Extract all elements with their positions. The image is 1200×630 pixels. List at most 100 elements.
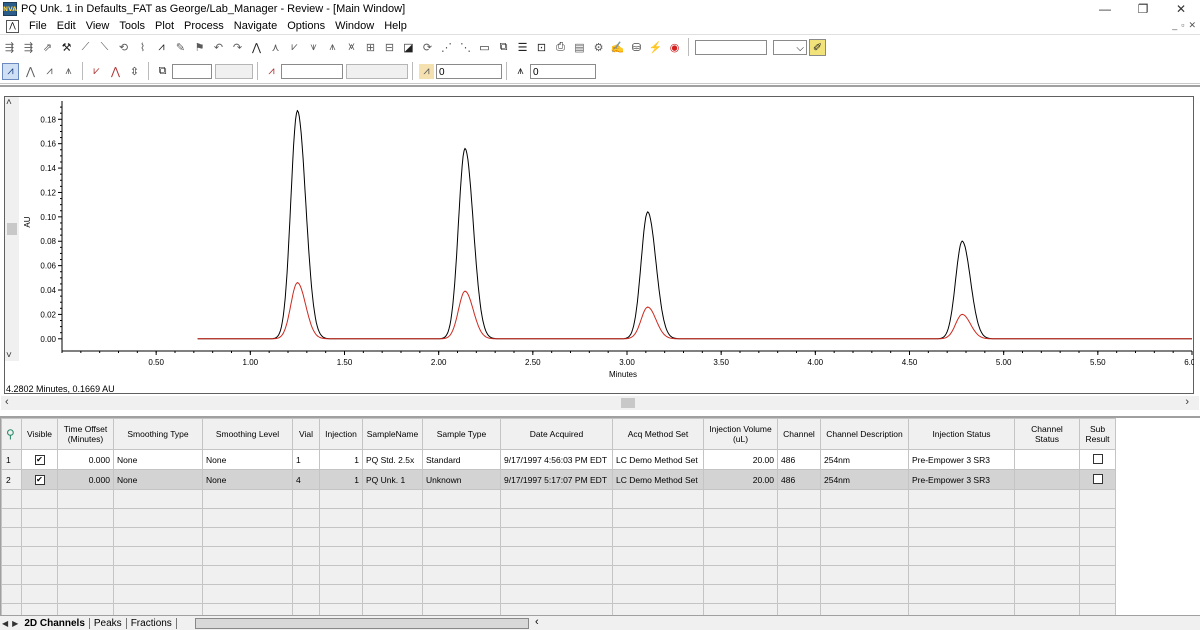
col-injection[interactable]: Injection xyxy=(319,418,363,450)
sub-result-checkbox[interactable] xyxy=(1092,453,1103,464)
gaussian-icon[interactable]: ⩙ xyxy=(344,40,359,55)
mdi-close-icon[interactable]: ✕ xyxy=(1188,20,1196,31)
calibrate-icon[interactable]: ⌇ xyxy=(135,40,150,55)
col-sub-result[interactable]: Sub Result xyxy=(1079,418,1116,450)
manual-integration-icon[interactable]: ⋀ xyxy=(249,40,264,55)
smoothing-level-cell[interactable]: None xyxy=(202,449,293,470)
horizontal-scrollbar[interactable]: ‹ › xyxy=(1,396,1199,410)
menu-file[interactable]: File xyxy=(24,20,52,32)
reset-icon[interactable]: ⟲ xyxy=(116,40,131,55)
scroll-left-icon[interactable]: ‹ xyxy=(5,396,9,408)
copy-icon[interactable]: ⧉ xyxy=(496,40,511,55)
menu-navigate[interactable]: Navigate xyxy=(229,20,282,32)
print-icon[interactable]: ⎙ xyxy=(553,40,568,55)
smoothing-level-cell[interactable]: None xyxy=(202,469,293,490)
scale-icon[interactable]: ⇳ xyxy=(127,64,142,79)
bottom-horizontal-scrollbar[interactable]: ‹ xyxy=(532,616,1200,629)
tab-fractions[interactable]: Fractions xyxy=(127,617,177,629)
tab-next-icon[interactable]: ▶ xyxy=(10,619,20,628)
threshold-field[interactable]: 0 xyxy=(530,63,596,79)
menu-view[interactable]: View xyxy=(81,20,115,32)
bottom-scroll-left-icon[interactable]: ‹ xyxy=(535,616,539,628)
tab-first-icon[interactable]: ◀ xyxy=(0,619,10,628)
col-sample-type[interactable]: Sample Type xyxy=(422,418,501,450)
flag-icon[interactable]: ⚑ xyxy=(192,40,207,55)
menu-options[interactable]: Options xyxy=(282,20,330,32)
table-corner-icon[interactable]: ⚲ xyxy=(1,418,22,450)
table-row[interactable]: 1 ✔ 0.000 None None 1 1 PQ Std. 2.5x Sta… xyxy=(1,449,1116,470)
wand-icon[interactable]: ⚡ xyxy=(648,40,663,55)
col-injection-status[interactable]: Injection Status xyxy=(908,418,1015,450)
valley-icon[interactable]: ⩛ xyxy=(306,40,321,55)
col-smoothing-level[interactable]: Smoothing Level xyxy=(202,418,293,450)
shoulder-icon[interactable]: ⩚ xyxy=(325,40,340,55)
quantitate-icon[interactable]: ⋱ xyxy=(458,40,473,55)
signature-icon[interactable]: ✍ xyxy=(610,40,625,55)
processing-method-field[interactable] xyxy=(695,39,767,55)
export-icon[interactable]: ⊡ xyxy=(534,40,549,55)
sub-result-checkbox[interactable] xyxy=(1092,473,1103,484)
menu-window[interactable]: Window xyxy=(330,20,379,32)
normalize-icon[interactable]: ⩗ xyxy=(89,64,104,79)
time-offset-cell[interactable]: 0.000 xyxy=(57,449,114,470)
refresh-icon[interactable]: ⟳ xyxy=(420,40,435,55)
tab-2d-channels[interactable]: 2D Channels xyxy=(20,617,90,629)
peak-label-icon[interactable]: ⇗ xyxy=(40,40,55,55)
menu-help[interactable]: Help xyxy=(379,20,412,32)
table-row[interactable]: 2 ✔ 0.000 None None 4 1 PQ Unk. 1 Unknow… xyxy=(1,469,1116,490)
view-icon[interactable]: ▤ xyxy=(572,40,587,55)
col-visible[interactable]: Visible xyxy=(21,418,58,450)
label-peaks-icon[interactable]: ⩚ xyxy=(61,64,76,79)
menu-tools[interactable]: Tools xyxy=(114,20,150,32)
time-field[interactable] xyxy=(172,63,212,79)
baseline-icon[interactable]: ⟋ xyxy=(78,40,93,55)
col-channel[interactable]: Channel xyxy=(777,418,821,450)
close-button[interactable]: ✕ xyxy=(1162,0,1200,18)
col-smoothing-type[interactable]: Smoothing Type xyxy=(113,418,203,450)
chart-peaks-icon[interactable]: ⩘ xyxy=(154,40,169,55)
split-peak-icon[interactable]: ⋏ xyxy=(268,40,283,55)
baseline-field[interactable]: 0 xyxy=(436,63,502,79)
col-date-acquired[interactable]: Date Acquired xyxy=(500,418,613,450)
custom-field-icon[interactable]: ⚙ xyxy=(591,40,606,55)
visible-checkbox[interactable]: ✔ xyxy=(34,455,45,465)
list-icon[interactable]: ☰ xyxy=(515,40,530,55)
col-injection-volume[interactable]: Injection Volume (uL) xyxy=(703,418,778,450)
mdi-minimize-icon[interactable]: _ xyxy=(1172,20,1177,31)
maximize-button[interactable]: ❐ xyxy=(1124,0,1162,18)
minimize-button[interactable]: — xyxy=(1086,0,1124,18)
redo-icon[interactable]: ↷ xyxy=(230,40,245,55)
col-vial[interactable]: Vial xyxy=(292,418,320,450)
report-icon[interactable]: ▭ xyxy=(477,40,492,55)
mdi-restore-icon[interactable]: ▫ xyxy=(1181,20,1184,31)
col-channel-status[interactable]: Channel Status xyxy=(1014,418,1080,450)
calc-icon[interactable]: ⊟ xyxy=(382,40,397,55)
spectrum-icon[interactable]: ⩘ xyxy=(264,64,279,79)
menu-process[interactable]: Process xyxy=(179,20,229,32)
overlay-icon[interactable]: ⩘ xyxy=(2,62,19,80)
table-icon[interactable]: ⊞ xyxy=(363,40,378,55)
chromatogram-plot[interactable]: 0.00 0.02 0.04 0.06 0.08 0.10 0.12 0.14 0.16 0.18… xyxy=(4,97,1194,393)
wavelength-field[interactable] xyxy=(281,63,343,79)
smoothing-type-cell[interactable]: None xyxy=(113,469,203,490)
calibration-curve-icon[interactable]: ⋰ xyxy=(439,40,454,55)
database-icon[interactable]: ⛁ xyxy=(629,40,644,55)
tool-icon[interactable]: ⚒ xyxy=(59,40,74,55)
offset-icon[interactable]: ⩘ xyxy=(42,64,57,79)
highlight-icon[interactable]: ✐ xyxy=(809,38,826,56)
stop-icon[interactable]: ◉ xyxy=(667,40,682,55)
tab-scroll-track[interactable] xyxy=(195,618,529,629)
zoom-icon[interactable]: ⧉ xyxy=(155,64,170,79)
integrate-all-icon[interactable]: ⇶ xyxy=(21,40,36,55)
save-result-icon[interactable]: ◪ xyxy=(401,40,416,55)
visible-checkbox[interactable]: ✔ xyxy=(34,475,45,485)
window-menu-icon[interactable]: ⋀ xyxy=(6,19,19,33)
undo-icon[interactable]: ↶ xyxy=(211,40,226,55)
scroll-right-icon[interactable]: › xyxy=(1185,396,1189,408)
row-number[interactable]: 1 xyxy=(1,449,22,470)
col-time-offset[interactable]: Time Offset (Minutes) xyxy=(57,418,114,450)
stack-icon[interactable]: ⋀ xyxy=(23,64,38,79)
time-offset-cell[interactable]: 0.000 xyxy=(57,469,114,490)
smoothing-type-cell[interactable]: None xyxy=(113,449,203,470)
threshold-icon[interactable]: ⩚ xyxy=(513,64,528,79)
